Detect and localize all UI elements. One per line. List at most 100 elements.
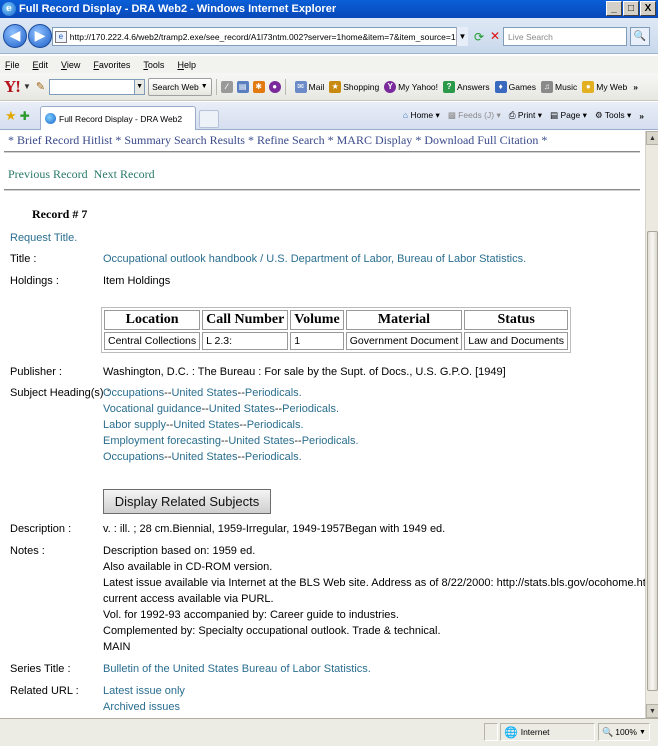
search-icon[interactable]: 🔍 [630,27,650,46]
link-brief-record-hitlist[interactable]: Brief Record Hitlist [17,133,112,147]
bullet-star: * [115,133,122,147]
add-favorite-icon[interactable]: ✚ [20,109,30,123]
yahoo-search-dropdown-icon[interactable]: ▼ [135,78,146,95]
menu-help[interactable]: Help [177,60,196,70]
subject-link[interactable]: Labor supply [103,419,166,431]
answers-button[interactable]: ? Answers [443,80,490,93]
subject-link[interactable]: United States [228,435,294,447]
refresh-icon[interactable]: ⟳ [471,29,487,45]
zoom-level: 100% [615,727,637,737]
subject-link[interactable]: Occupations [103,451,164,463]
subject-link[interactable]: Vocational guidance [103,403,201,415]
title-bar: e Full Record Display - DRA Web2 - Windo… [0,0,658,18]
link-marc-display[interactable]: MARC Display [337,133,413,147]
window-controls: _ □ X [606,1,656,16]
status-lock-cell [484,723,498,741]
close-button[interactable]: X [640,1,656,16]
search-web-dropdown-icon[interactable]: ▼ [201,83,208,90]
subject-separator: -- [237,387,245,399]
print-button[interactable]: ⎙ Print ▾ [509,110,542,121]
subject-link[interactable]: United States [171,451,237,463]
maximize-button[interactable]: □ [623,1,639,16]
minimize-button[interactable]: _ [606,1,622,16]
menu-tools[interactable]: Tools [143,60,164,70]
subject-link[interactable]: United States [173,419,239,431]
scroll-down-icon[interactable]: ▼ [646,704,658,718]
favorites-star-icon[interactable]: ★ [5,108,17,124]
subject-link[interactable]: United States [171,387,237,399]
series-title-link[interactable]: Bulletin of the United States Bureau of … [103,663,371,675]
subject-link[interactable]: Employment forecasting [103,435,221,447]
my-web-icon: ● [582,80,595,93]
page-menu-button[interactable]: ▤ Page ▾ [550,110,587,121]
home-button[interactable]: ⌂ Home ▾ [403,110,440,121]
subject-link[interactable]: Periodicals. [247,419,304,431]
my-web-button[interactable]: ● My Web [582,80,627,93]
next-record-link[interactable]: Next Record [94,167,155,181]
subject-link[interactable]: United States [209,403,275,415]
subject-link[interactable]: Periodicals. [282,403,339,415]
yahoo-search-input[interactable] [49,78,136,95]
live-search-input[interactable]: Live Search [503,27,627,46]
antispy-icon[interactable]: ✱ [252,80,265,93]
new-tab-button[interactable] [199,110,219,128]
note-line: MAIN [103,641,131,653]
command-overflow-icon[interactable]: » [639,111,644,121]
link-download-full-citation[interactable]: Download Full Citation [424,133,538,147]
window-title: Full Record Display - DRA Web2 - Windows… [19,3,337,15]
mail-button[interactable]: ✉ Mail [294,80,324,93]
zoom-dropdown-icon[interactable]: ▼ [639,729,646,736]
tools-menu-button[interactable]: ⚙ Tools ▾ [595,110,631,121]
table-row: Central Collections L 2.3: 1 Government … [104,332,568,350]
archived-issues-link[interactable]: Archived issues [103,701,180,713]
description-value: v. : ill. ; 28 cm.Biennial, 1959-Irregul… [103,523,446,535]
latest-issue-link[interactable]: Latest issue only [103,685,185,697]
highlight-icon[interactable]: ∕ [220,80,233,93]
subject-link[interactable]: Periodicals. [245,451,302,463]
shopping-button[interactable]: ★ Shopping [329,80,379,93]
url-dropdown-icon[interactable]: ▼ [456,27,468,46]
link-summary-search-results[interactable]: Summary Search Results [124,133,245,147]
forward-button[interactable]: ▶ [28,23,52,48]
link-refine-search[interactable]: Refine Search [257,133,325,147]
messenger-icon[interactable]: ● [268,80,281,93]
stop-icon[interactable]: ✕ [488,29,502,43]
music-button[interactable]: ♫ Music [541,80,577,93]
security-zone[interactable]: 🌐 Internet [500,723,595,741]
toolbar-overflow-icon[interactable]: » [633,82,638,92]
holdings-label: Holdings : [10,275,59,287]
title-link[interactable]: Occupational outlook handbook / U.S. Dep… [103,253,526,265]
menu-file[interactable]: File [5,60,20,70]
description-label: Description : [10,523,72,535]
feeds-button[interactable]: ▩ Feeds (J) ▾ [448,110,501,121]
display-related-subjects-button[interactable]: Display Related Subjects [103,489,271,514]
notes-label: Notes : [10,545,45,557]
my-yahoo-button[interactable]: Y My Yahoo! [384,80,438,93]
subject-link[interactable]: Occupations [103,387,164,399]
table-cell: L 2.3: [202,332,289,350]
zone-label: Internet [520,727,550,737]
form-icon[interactable]: ▤ [236,80,249,93]
previous-record-link[interactable]: Previous Record [8,167,88,181]
yahoo-logo[interactable]: Y! [4,77,21,97]
url-input[interactable]: e http://170.222.4.6/web2/tramp2.exe/see… [52,27,468,46]
bullet-star: * [8,133,14,147]
subject-link[interactable]: Periodicals. [245,387,302,399]
search-web-button[interactable]: Search Web ▼ [148,77,212,96]
subject-separator: -- [201,403,209,415]
yahoo-menu-dropdown-icon[interactable]: ▼ [23,82,31,91]
pencil-icon[interactable]: ✎ [36,80,45,93]
menu-edit[interactable]: Edit [33,60,49,70]
menu-favorites[interactable]: Favorites [93,60,130,70]
column-header: Status [464,310,568,330]
zoom-control[interactable]: 🔍 100% ▼ [598,723,650,741]
back-button[interactable]: ◀ [3,23,27,48]
scroll-thumb[interactable] [647,231,658,691]
vertical-scrollbar[interactable]: ▲ ▼ [645,131,658,718]
request-title-link[interactable]: Request Title. [10,232,77,244]
menu-view[interactable]: View [61,60,80,70]
tab-full-record-display[interactable]: Full Record Display - DRA Web2 [40,106,196,130]
scroll-up-icon[interactable]: ▲ [646,131,658,145]
games-button[interactable]: ♦ Games [494,80,536,93]
subject-link[interactable]: Periodicals. [302,435,359,447]
